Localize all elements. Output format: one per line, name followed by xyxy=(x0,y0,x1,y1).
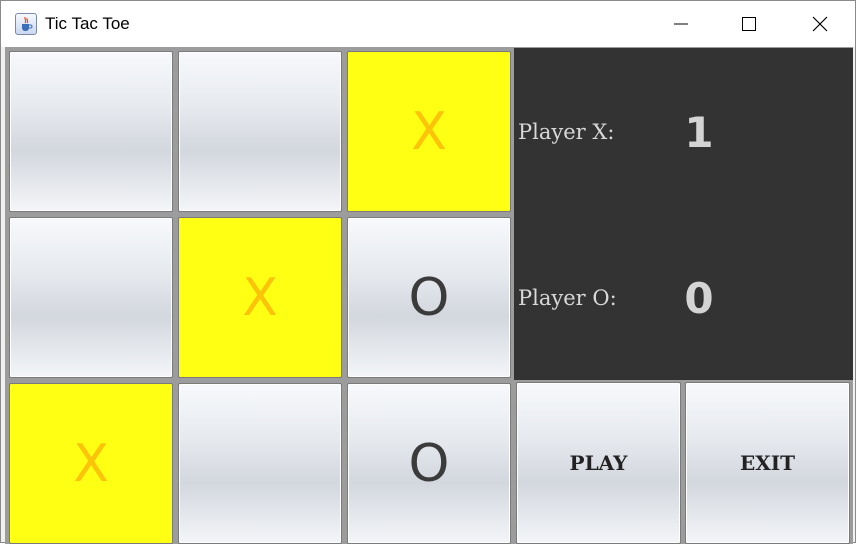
player-x-label: Player X: xyxy=(518,120,615,144)
close-button[interactable] xyxy=(785,1,855,47)
window-title: Tic Tac Toe xyxy=(45,14,130,33)
player-x-score: 1 xyxy=(684,108,714,157)
title-bar[interactable]: Tic Tac Toe xyxy=(1,1,855,47)
board-cell-8[interactable] xyxy=(178,383,342,544)
minimize-button[interactable] xyxy=(646,1,716,47)
java-cup-icon xyxy=(15,13,37,35)
game-board: X X O X O Player X: 1 Player O: 0 PLAY E… xyxy=(5,47,853,544)
player-o-label: Player O: xyxy=(518,286,617,310)
score-panel: Player X: 1 Player O: 0 xyxy=(514,48,853,380)
minimize-icon xyxy=(674,23,688,25)
play-button[interactable]: PLAY xyxy=(516,382,681,544)
player-o-score: 0 xyxy=(684,274,714,323)
board-cell-9[interactable]: O xyxy=(347,383,511,544)
board-cell-1[interactable] xyxy=(9,51,173,212)
board-cell-5[interactable]: X xyxy=(178,217,342,378)
maximize-button[interactable] xyxy=(714,1,784,47)
board-cell-4[interactable] xyxy=(9,217,173,378)
close-icon xyxy=(812,16,828,32)
maximize-icon xyxy=(742,17,756,31)
board-cell-6[interactable]: O xyxy=(347,217,511,378)
board-cell-3[interactable]: X xyxy=(347,51,511,212)
exit-button[interactable]: EXIT xyxy=(685,382,850,544)
board-cell-2[interactable] xyxy=(178,51,342,212)
board-cell-7[interactable]: X xyxy=(9,383,173,544)
app-window: Tic Tac Toe X X O X O Player X: 1 Player… xyxy=(0,0,856,544)
